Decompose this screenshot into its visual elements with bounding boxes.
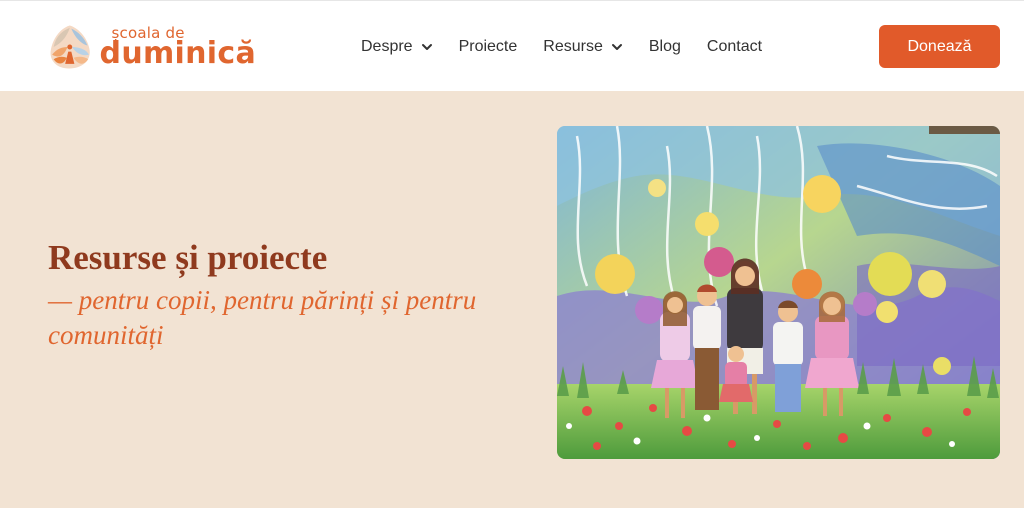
- nav-item-label: Despre: [361, 38, 413, 55]
- children-watercolor-painting: [557, 126, 1000, 459]
- page-subtitle: — pentru copii, pentru părinți și pentru…: [48, 285, 477, 350]
- nav-item-label: Contact: [706, 38, 763, 55]
- donate-button[interactable]: Donează: [879, 25, 1000, 68]
- page-title: Resurse și proiecte: [48, 238, 328, 277]
- nav-item-contact[interactable]: Contact: [707, 38, 762, 56]
- hero-image: [557, 126, 1000, 459]
- chevron-down-icon: [611, 44, 622, 50]
- nav-item-label: Proiecte: [458, 38, 518, 55]
- nav-item-despre[interactable]: Despre: [361, 38, 433, 56]
- nav-item-label: Resurse: [543, 38, 603, 55]
- nav-item-resurse[interactable]: Resurse: [543, 38, 623, 56]
- chevron-down-icon: [421, 44, 432, 50]
- site-header: școala de duminică Despre Proiecte Resur…: [0, 0, 1024, 91]
- logo-line-2: duminică: [99, 35, 256, 71]
- site-logo[interactable]: școala de duminică: [46, 17, 256, 77]
- nav-item-label: Blog: [648, 38, 681, 55]
- nav-item-proiecte[interactable]: Proiecte: [459, 38, 518, 56]
- nav-item-blog[interactable]: Blog: [649, 38, 681, 56]
- logo-wordmark: școala de duminică: [99, 25, 256, 71]
- main-navigation: Despre Proiecte Resurse Blog Contact: [361, 35, 788, 59]
- school-logo-icon: [50, 25, 90, 69]
